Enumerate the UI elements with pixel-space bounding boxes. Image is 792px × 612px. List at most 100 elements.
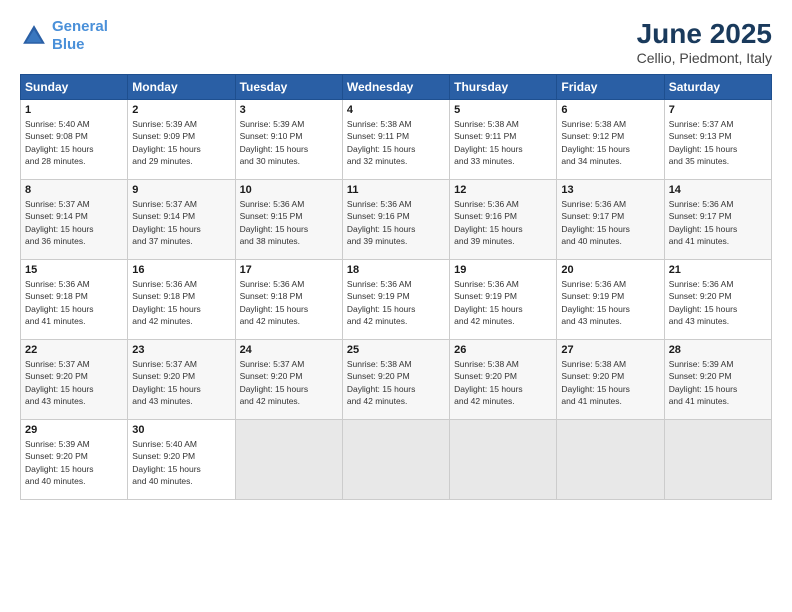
day-number: 8 — [25, 184, 123, 196]
day-info: Sunrise: 5:36 AM Sunset: 9:16 PM Dayligh… — [454, 198, 552, 247]
day-number: 3 — [240, 104, 338, 116]
day-info: Sunrise: 5:36 AM Sunset: 9:19 PM Dayligh… — [454, 278, 552, 327]
day-info: Sunrise: 5:37 AM Sunset: 9:20 PM Dayligh… — [25, 358, 123, 407]
table-row: 15 Sunrise: 5:36 AM Sunset: 9:18 PM Dayli… — [21, 260, 128, 340]
day-info: Sunrise: 5:38 AM Sunset: 9:20 PM Dayligh… — [347, 358, 445, 407]
day-number: 25 — [347, 344, 445, 356]
table-row: 18Sunrise: 5:36 AM Sunset: 9:19 PM Dayli… — [342, 260, 449, 340]
page: General Blue June 2025 Cellio, Piedmont,… — [0, 0, 792, 612]
day-info: Sunrise: 5:36 AM Sunset: 9:18 PM Dayligh… — [25, 278, 123, 327]
day-number: 5 — [454, 104, 552, 116]
table-row: 21 Sunrise: 5:36 AM Sunset: 9:20 PM Dayli… — [664, 260, 771, 340]
table-row — [557, 420, 664, 500]
table-row: 11 Sunrise: 5:36 AM Sunset: 9:16 PM Dayli… — [342, 180, 449, 260]
table-row: 7 Sunrise: 5:37 AM Sunset: 9:13 PM Daylig… — [664, 100, 771, 180]
day-info: Sunrise: 5:36 AM Sunset: 9:19 PM Dayligh… — [561, 278, 659, 327]
table-row — [342, 420, 449, 500]
day-number: 24 — [240, 344, 338, 356]
table-row: 2 Sunrise: 5:39 AM Sunset: 9:09 PM Daylig… — [128, 100, 235, 180]
logo-icon — [20, 22, 48, 50]
day-number: 12 — [454, 184, 552, 196]
day-number: 11 — [347, 184, 445, 196]
day-info: Sunrise: 5:37 AM Sunset: 9:14 PM Dayligh… — [25, 198, 123, 247]
day-number: 22 — [25, 344, 123, 356]
table-row: 30 Sunrise: 5:40 AM Sunset: 9:20 PM Dayli… — [128, 420, 235, 500]
table-row: 14Sunrise: 5:36 AM Sunset: 9:17 PM Dayli… — [664, 180, 771, 260]
day-info: Sunrise: 5:39 AM Sunset: 9:20 PM Dayligh… — [669, 358, 767, 407]
day-info: Sunrise: 5:36 AM Sunset: 9:16 PM Dayligh… — [347, 198, 445, 247]
table-row: 9 Sunrise: 5:37 AM Sunset: 9:14 PM Daylig… — [128, 180, 235, 260]
day-info: Sunrise: 5:36 AM Sunset: 9:20 PM Dayligh… — [669, 278, 767, 327]
table-row: 5 Sunrise: 5:38 AM Sunset: 9:11 PM Daylig… — [450, 100, 557, 180]
day-info: Sunrise: 5:38 AM Sunset: 9:11 PM Dayligh… — [454, 118, 552, 167]
col-thursday: Thursday — [450, 75, 557, 100]
day-info: Sunrise: 5:40 AM Sunset: 9:08 PM Dayligh… — [25, 118, 123, 167]
day-info: Sunrise: 5:36 AM Sunset: 9:19 PM Dayligh… — [347, 278, 445, 327]
table-row: 27 Sunrise: 5:38 AM Sunset: 9:20 PM Dayli… — [557, 340, 664, 420]
table-row: 3 Sunrise: 5:39 AM Sunset: 9:10 PM Daylig… — [235, 100, 342, 180]
day-number: 1 — [25, 104, 123, 116]
table-row: 28 Sunrise: 5:39 AM Sunset: 9:20 PM Dayli… — [664, 340, 771, 420]
table-row: 12 Sunrise: 5:36 AM Sunset: 9:16 PM Dayli… — [450, 180, 557, 260]
table-row: 10 Sunrise: 5:36 AM Sunset: 9:15 PM Dayli… — [235, 180, 342, 260]
calendar-header: Sunday Monday Tuesday Wednesday Thursday… — [21, 75, 772, 100]
day-info: Sunrise: 5:38 AM Sunset: 9:20 PM Dayligh… — [561, 358, 659, 407]
day-info: Sunrise: 5:37 AM Sunset: 9:14 PM Dayligh… — [132, 198, 230, 247]
day-info: Sunrise: 5:39 AM Sunset: 9:09 PM Dayligh… — [132, 118, 230, 167]
logo-text: General Blue — [52, 18, 108, 54]
day-info: Sunrise: 5:40 AM Sunset: 9:20 PM Dayligh… — [132, 438, 230, 487]
day-info: Sunrise: 5:36 AM Sunset: 9:17 PM Dayligh… — [561, 198, 659, 247]
table-row: 16Sunrise: 5:36 AM Sunset: 9:18 PM Dayli… — [128, 260, 235, 340]
title-block: June 2025 Cellio, Piedmont, Italy — [637, 18, 772, 66]
col-sunday: Sunday — [21, 75, 128, 100]
day-number: 28 — [669, 344, 767, 356]
col-monday: Monday — [128, 75, 235, 100]
day-number: 19 — [454, 264, 552, 276]
day-info: Sunrise: 5:38 AM Sunset: 9:11 PM Dayligh… — [347, 118, 445, 167]
table-row: 20 Sunrise: 5:36 AM Sunset: 9:19 PM Dayli… — [557, 260, 664, 340]
day-number: 2 — [132, 104, 230, 116]
day-number: 26 — [454, 344, 552, 356]
day-info: Sunrise: 5:39 AM Sunset: 9:20 PM Dayligh… — [25, 438, 123, 487]
day-number: 27 — [561, 344, 659, 356]
day-info: Sunrise: 5:37 AM Sunset: 9:20 PM Dayligh… — [240, 358, 338, 407]
table-row — [664, 420, 771, 500]
table-row: 23 Sunrise: 5:37 AM Sunset: 9:20 PM Dayli… — [128, 340, 235, 420]
day-number: 29 — [25, 424, 123, 436]
col-tuesday: Tuesday — [235, 75, 342, 100]
table-row: 25 Sunrise: 5:38 AM Sunset: 9:20 PM Dayli… — [342, 340, 449, 420]
day-info: Sunrise: 5:38 AM Sunset: 9:20 PM Dayligh… — [454, 358, 552, 407]
day-number: 20 — [561, 264, 659, 276]
day-number: 15 — [25, 264, 123, 276]
table-row: 19 Sunrise: 5:36 AM Sunset: 9:19 PM Dayli… — [450, 260, 557, 340]
day-number: 21 — [669, 264, 767, 276]
day-info: Sunrise: 5:37 AM Sunset: 9:20 PM Dayligh… — [132, 358, 230, 407]
day-number: 13 — [561, 184, 659, 196]
table-row: 26 Sunrise: 5:38 AM Sunset: 9:20 PM Dayli… — [450, 340, 557, 420]
day-info: Sunrise: 5:38 AM Sunset: 9:12 PM Dayligh… — [561, 118, 659, 167]
day-number: 7 — [669, 104, 767, 116]
main-title: June 2025 — [637, 18, 772, 50]
table-row: 1 Sunrise: 5:40 AM Sunset: 9:08 PM Daylig… — [21, 100, 128, 180]
day-number: 16 — [132, 264, 230, 276]
day-number: 17 — [240, 264, 338, 276]
day-info: Sunrise: 5:36 AM Sunset: 9:15 PM Dayligh… — [240, 198, 338, 247]
day-number: 4 — [347, 104, 445, 116]
header: General Blue June 2025 Cellio, Piedmont,… — [20, 18, 772, 66]
table-row: 8 Sunrise: 5:37 AM Sunset: 9:14 PM Daylig… — [21, 180, 128, 260]
day-number: 9 — [132, 184, 230, 196]
table-row: 24 Sunrise: 5:37 AM Sunset: 9:20 PM Dayli… — [235, 340, 342, 420]
table-row: 17Sunrise: 5:36 AM Sunset: 9:18 PM Dayli… — [235, 260, 342, 340]
table-row: 29 Sunrise: 5:39 AM Sunset: 9:20 PM Dayli… — [21, 420, 128, 500]
day-number: 10 — [240, 184, 338, 196]
calendar: Sunday Monday Tuesday Wednesday Thursday… — [20, 74, 772, 500]
day-info: Sunrise: 5:39 AM Sunset: 9:10 PM Dayligh… — [240, 118, 338, 167]
day-number: 30 — [132, 424, 230, 436]
logo: General Blue — [20, 18, 108, 54]
col-wednesday: Wednesday — [342, 75, 449, 100]
day-info: Sunrise: 5:37 AM Sunset: 9:13 PM Dayligh… — [669, 118, 767, 167]
calendar-body: 1 Sunrise: 5:40 AM Sunset: 9:08 PM Daylig… — [21, 100, 772, 500]
day-number: 23 — [132, 344, 230, 356]
table-row: 6Sunrise: 5:38 AM Sunset: 9:12 PM Daylig… — [557, 100, 664, 180]
subtitle: Cellio, Piedmont, Italy — [637, 50, 772, 66]
